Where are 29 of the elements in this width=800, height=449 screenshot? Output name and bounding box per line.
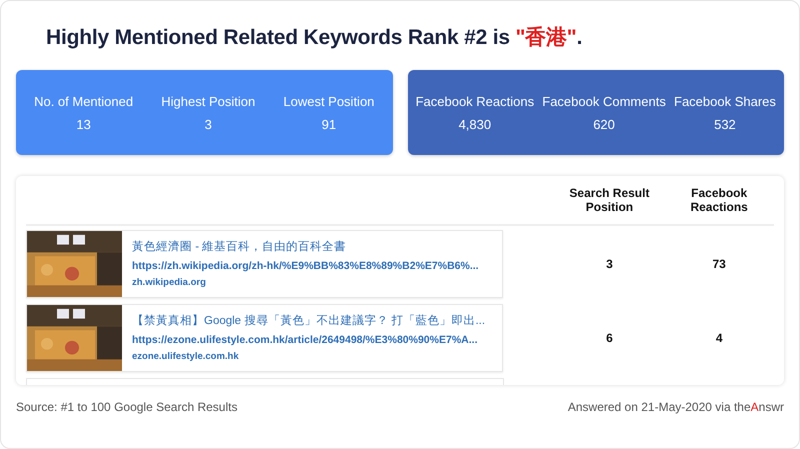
answered-note: Answered on 21-May-2020 via theAnswr xyxy=(568,400,784,414)
stat-label: Facebook Comments xyxy=(542,94,666,108)
column-header: Facebook Reactions xyxy=(689,186,749,214)
stat-label: Highest Position xyxy=(161,94,256,108)
stat-value: 532 xyxy=(714,116,736,132)
stat-label: Facebook Reactions xyxy=(416,94,534,108)
stat-value: 91 xyxy=(322,116,336,132)
column-header: Search Result Position xyxy=(568,186,650,214)
stat-label: No. of Mentioned xyxy=(34,94,134,108)
table-cell-text: 4 xyxy=(714,331,724,345)
table-cell-text: 73 xyxy=(711,257,727,271)
stat-value: 3 xyxy=(204,116,212,132)
result-card[interactable]: 【禁黃真相】Google 搜尋「黃色」不出建議字？ 打「藍色」即出... https://ezone.ulifestyle.com.hk/article/2649498/%E3%80%90%E7%A... ezone.ulifestyle.com.hk xyxy=(26,304,503,372)
stat-label: Facebook Shares xyxy=(674,94,776,108)
table-cell-text: 6 xyxy=(605,331,614,345)
source-note: Source: #1 to 100 Google Search Results xyxy=(16,400,238,414)
result-title[interactable]: 黃色經濟圈 - 維基百科，自由的百科全書 xyxy=(132,240,502,255)
stat-value: 4,830 xyxy=(458,116,492,132)
result-card[interactable]: 黃色經濟圈 - 維基百科，自由的百科全書 https://zh.wikipedia.org/zh-hk/%E9%BB%83%E8%89%B2%E7%B6%... zh.wikipedia.org xyxy=(26,230,503,298)
result-domain: zh.wikipedia.org xyxy=(132,277,207,288)
stat-value: 620 xyxy=(593,116,615,132)
page-title: Highly Mentioned Related Keywords Rank #2 is "香港". xyxy=(45,25,584,51)
result-title[interactable]: 【禁黃真相】Google 搜尋「黃色」不出建議字？ 打「藍色」即出... xyxy=(132,314,502,329)
result-domain: ezone.ulifestyle.com.hk xyxy=(132,351,240,362)
stat-label: Lowest Position xyxy=(283,94,374,108)
table-cell-text: 3 xyxy=(605,257,614,271)
result-url[interactable]: https://zh.wikipedia.org/zh-hk/%E9%BB%83%E8%89%B2%E7%B6%... xyxy=(132,260,502,272)
result-url[interactable]: https://ezone.ulifestyle.com.hk/article/2649498/%E3%80%90%E7%A... xyxy=(132,334,502,346)
stat-value: 13 xyxy=(76,116,91,132)
